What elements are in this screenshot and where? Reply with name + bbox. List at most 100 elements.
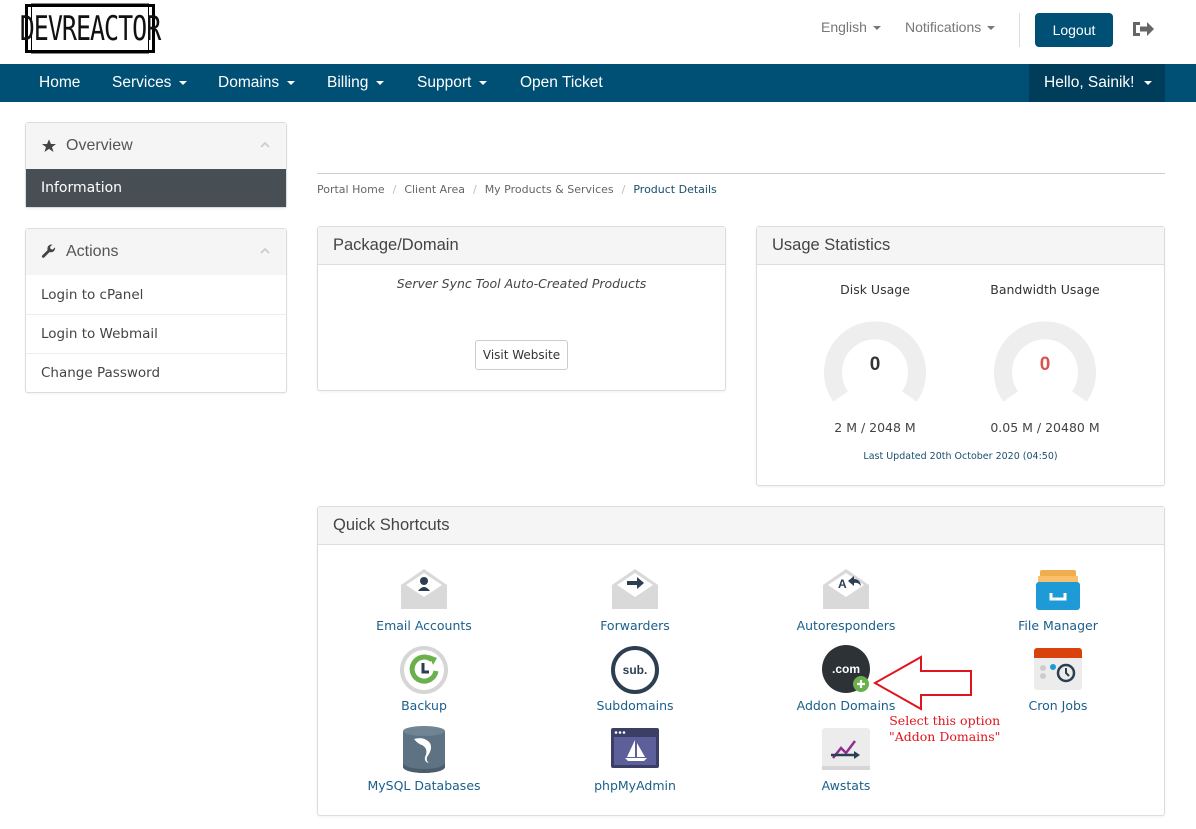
shortcut-mysql-databases[interactable]: MySQL Databases [334,725,514,793]
phpmyadmin-icon [611,728,659,768]
shortcut-forwarders[interactable]: Forwarders [545,565,725,633]
sidebar-overview-header[interactable]: Overview [26,123,286,169]
chevron-up-icon[interactable] [260,246,270,256]
shortcut-label: File Manager [1018,618,1098,633]
annotation-line: Select this option [889,713,1001,728]
nav-open-ticket[interactable]: Open Ticket [520,64,603,102]
usage-statistics-panel: Usage Statistics Disk Usage 0 2 M / 2048… [756,226,1165,486]
bandwidth-gauge-chart: 0 [994,321,1096,402]
breadcrumb-products-services[interactable]: My Products & Services [485,183,614,196]
user-greeting: Hello, Sainik! [1044,74,1135,91]
addon-domains-icon: .com [822,645,870,693]
awstats-icon [822,728,870,770]
shortcut-autoresponders[interactable]: A Autoresponders [756,565,936,633]
disk-usage-gauge: Disk Usage 0 2 M / 2048 M [795,282,955,435]
sidebar-actions-panel: Actions Login to cPanel Login to Webmail… [25,228,287,393]
shortcut-file-manager[interactable]: File Manager [968,565,1148,633]
sidebar-item-login-webmail[interactable]: Login to Webmail [26,314,286,353]
shortcut-label: Forwarders [600,618,670,633]
divider [317,173,1165,174]
nav-domains[interactable]: Domains [218,64,296,102]
breadcrumb-separator: / [472,183,477,196]
breadcrumb-portal-home[interactable]: Portal Home [317,183,385,196]
annotation-arrow-icon [873,655,972,711]
nav-label: Services [112,74,172,91]
language-label: English [821,19,867,35]
caret-down-icon [479,80,488,85]
shortcut-label: Awstats [821,778,871,793]
sidebar-actions-header[interactable]: Actions [26,229,286,275]
mysql-databases-icon [403,726,445,773]
shortcut-backup[interactable]: Backup [334,645,514,713]
nav-label: Open Ticket [520,74,603,91]
sign-out-icon[interactable] [1131,19,1155,39]
user-menu[interactable]: Hello, Sainik! [1029,64,1165,102]
svg-text:sub.: sub. [623,663,648,677]
sidebar-item-information[interactable]: Information [26,169,286,207]
sidebar-overview-panel: Overview Information [25,122,287,208]
caret-down-icon [1144,80,1153,85]
shortcut-label: phpMyAdmin [594,778,676,793]
caret-down-icon [179,80,188,85]
nav-billing[interactable]: Billing [327,64,385,102]
caret-down-icon [872,26,881,31]
bandwidth-percent: 0 [1040,354,1051,375]
email-accounts-icon [401,569,447,609]
shortcut-label: Autoresponders [796,618,896,633]
caret-down-icon [987,26,996,31]
nav-support[interactable]: Support [417,64,488,102]
nav-label: Domains [218,74,280,91]
svg-text:.com: .com [832,662,860,676]
top-bar: DEVREACTOR English Notifications Logout [0,0,1196,64]
bandwidth-usage-gauge: Bandwidth Usage 0 0.05 M / 20480 M [965,282,1125,435]
breadcrumb-separator: / [392,183,397,196]
shortcut-label: Backup [401,698,447,713]
divider [1019,13,1020,47]
chevron-up-icon[interactable] [260,140,270,150]
notifications-dropdown[interactable]: Notifications [905,19,996,35]
shortcut-phpmyadmin[interactable]: phpMyAdmin [545,725,725,793]
disk-gauge-chart: 0 [824,321,926,402]
shortcut-label: Subdomains [596,698,674,713]
annotation-line: "Addon Domains" [889,729,1001,744]
nav-home[interactable]: Home [39,64,80,102]
sidebar-actions-title: Actions [66,243,119,260]
star-icon [42,139,56,152]
bandwidth-usage-label: Bandwidth Usage [990,282,1100,297]
forwarders-icon [612,569,658,609]
shortcut-label: Email Accounts [376,618,472,633]
shortcut-label: MySQL Databases [367,778,481,793]
annotation-text: Select this option "Addon Domains" [889,713,1000,745]
nav-label: Support [417,74,472,91]
nav-label: Home [39,74,81,91]
disk-percent: 0 [870,354,881,375]
visit-website-button[interactable]: Visit Website [475,340,568,370]
product-name: Server Sync Tool Auto-Created Products [396,276,647,291]
panel-title: Usage Statistics [757,227,1164,265]
breadcrumb-separator: / [621,183,626,196]
disk-usage-value: 2 M / 2048 M [834,420,916,435]
shortcut-cron-jobs[interactable]: Cron Jobs [968,645,1148,713]
breadcrumb: Portal Home / Client Area / My Products & … [317,183,717,196]
nav-label: Billing [327,74,369,91]
caret-down-icon [287,80,296,85]
bandwidth-usage-value: 0.05 M / 20480 M [990,420,1100,435]
shortcut-subdomains[interactable]: sub. Subdomains [545,645,725,713]
shortcut-email-accounts[interactable]: Email Accounts [334,565,514,633]
sidebar-item-change-password[interactable]: Change Password [26,353,286,392]
cron-jobs-icon [1034,648,1082,690]
wrench-icon [41,244,56,258]
sidebar-item-login-cpanel[interactable]: Login to cPanel [26,275,286,314]
main-nav: Home Services Domains Billing Support Op… [0,64,1196,102]
disk-usage-label: Disk Usage [840,282,910,297]
backup-icon [400,646,448,694]
logout-button[interactable]: Logout [1035,13,1113,47]
logo-text: DEVREACTOR [20,3,161,54]
language-dropdown[interactable]: English [821,19,881,35]
svg-text:A: A [838,577,847,591]
breadcrumb-client-area[interactable]: Client Area [404,183,465,196]
caret-down-icon [376,80,385,85]
last-updated: Last Updated 20th October 2020 (04:50) [863,451,1058,462]
nav-services[interactable]: Services [112,64,188,102]
logo[interactable]: DEVREACTOR [20,3,161,54]
